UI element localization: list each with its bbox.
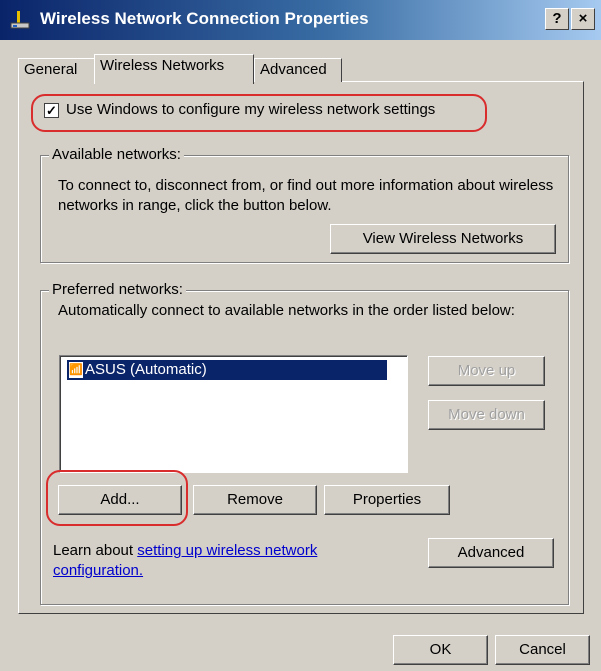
remove-button[interactable]: Remove (193, 485, 317, 515)
move-down-button[interactable]: Move down (428, 400, 545, 430)
add-button[interactable]: Add... (58, 485, 182, 515)
window-title: Wireless Network Connection Properties (40, 9, 369, 28)
list-item[interactable]: 📶 ASUS (Automatic) (67, 360, 387, 380)
available-networks-description: To connect to, disconnect from, or find … (58, 177, 554, 214)
help-button[interactable]: ? (545, 8, 569, 30)
preferred-networks-description: Automatically connect to available netwo… (58, 302, 515, 319)
available-networks-legend: Available networks: (49, 146, 184, 163)
move-up-button[interactable]: Move up (428, 356, 545, 386)
learn-about-prefix: Learn about (53, 542, 138, 559)
preferred-networks-legend: Preferred networks: (49, 281, 186, 298)
properties-button[interactable]: Properties (324, 485, 450, 515)
use-windows-checkbox[interactable]: ✓ (44, 103, 59, 118)
ok-button[interactable]: OK (393, 635, 488, 665)
close-button[interactable]: × (571, 8, 595, 30)
use-windows-label[interactable]: Use Windows to configure my wireless net… (66, 101, 435, 118)
learn-about-text: Learn about setting up wireless network … (53, 541, 383, 581)
antenna-icon: 📶 (69, 362, 83, 379)
advanced-button[interactable]: Advanced (428, 538, 554, 568)
network-name: ASUS (Automatic) (85, 361, 207, 378)
tab-general[interactable]: General (18, 58, 96, 82)
tab-wireless-networks[interactable]: Wireless Networks (94, 54, 254, 84)
preferred-networks-list[interactable]: 📶 ASUS (Automatic) (59, 355, 408, 473)
cancel-button[interactable]: Cancel (495, 635, 590, 665)
tab-advanced[interactable]: Advanced (254, 58, 342, 82)
network-connection-icon (10, 11, 30, 29)
title-bar: Wireless Network Connection Properties ?… (0, 0, 601, 40)
view-wireless-networks-button[interactable]: View Wireless Networks (330, 224, 556, 254)
